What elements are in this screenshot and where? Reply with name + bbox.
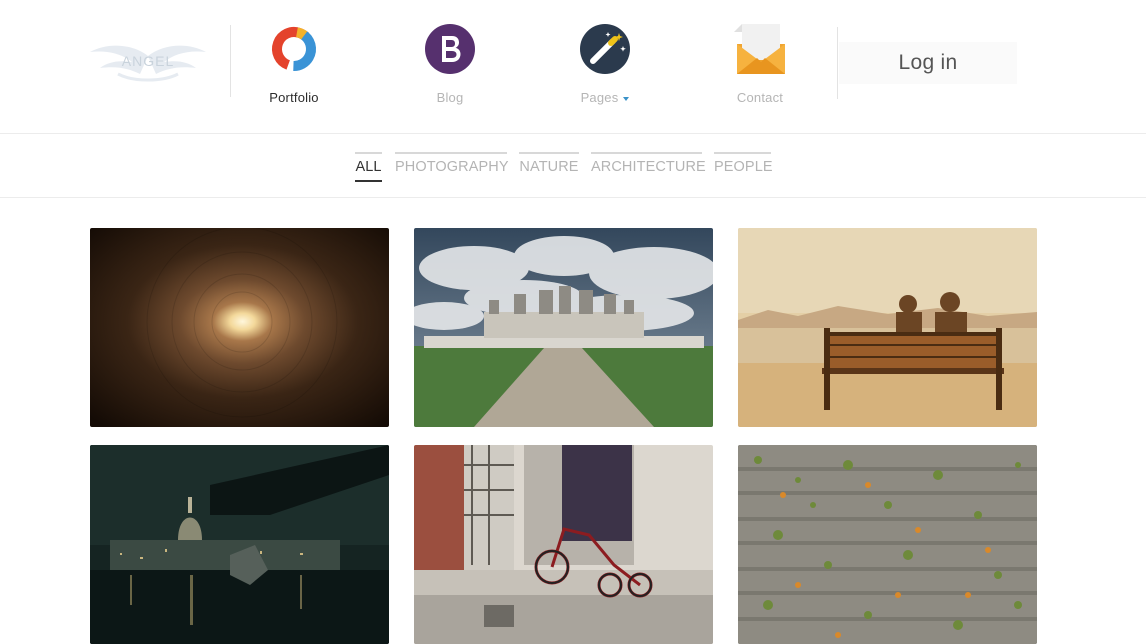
envelope-icon xyxy=(734,24,785,74)
bootstrap-b-icon xyxy=(425,24,475,74)
login-button[interactable]: Log in xyxy=(839,42,1017,84)
portfolio-filter-bar: ALL PHOTOGRAPHY NATURE ARCHITECTURE PEOP… xyxy=(0,135,1146,198)
portfolio-ring-icon xyxy=(272,27,316,71)
nav-item-label: Pages xyxy=(550,90,660,105)
nav-item-portfolio[interactable]: Portfolio xyxy=(239,22,349,112)
city-night-image xyxy=(90,445,389,644)
nav-item-contact[interactable]: Contact xyxy=(705,22,815,112)
gallery-item-couple[interactable] xyxy=(738,228,1037,427)
couple-on-bench-image xyxy=(738,228,1037,427)
nav-item-blog[interactable]: Blog xyxy=(395,22,505,112)
filter-photography[interactable]: PHOTOGRAPHY xyxy=(395,152,509,182)
logo-text: ANGEL xyxy=(121,53,175,69)
nav-item-label: Blog xyxy=(436,90,464,105)
pages-label: Pages xyxy=(580,90,619,105)
filter-nature[interactable]: NATURE xyxy=(519,152,579,182)
header-divider xyxy=(230,25,231,97)
gallery-item-tricycle[interactable] xyxy=(414,445,713,644)
header-divider xyxy=(837,27,838,99)
tricycle-image xyxy=(414,445,713,644)
gallery-item-planks[interactable] xyxy=(738,445,1037,644)
gallery-item-chateau[interactable] xyxy=(414,228,713,427)
gallery-item-city-night[interactable] xyxy=(90,445,389,644)
nav-item-label: Contact xyxy=(736,90,784,105)
nav-item-pages[interactable]: Pages xyxy=(550,22,660,112)
filter-architecture[interactable]: ARCHITECTURE xyxy=(591,152,706,182)
magic-wand-icon xyxy=(580,24,630,74)
chateau-image xyxy=(414,228,713,427)
tunnel-light-image xyxy=(90,228,389,427)
gallery-item-tunnel[interactable] xyxy=(90,228,389,427)
site-header: ANGEL Portfolio Blog Pages Contact Log i… xyxy=(0,0,1146,134)
filter-people[interactable]: PEOPLE xyxy=(714,152,773,182)
wooden-planks-leaves-image xyxy=(738,445,1037,644)
nav-item-label: Portfolio xyxy=(269,90,319,105)
caret-down-icon xyxy=(623,96,630,101)
filter-all[interactable]: ALL xyxy=(355,152,382,182)
angel-logo[interactable]: ANGEL xyxy=(88,38,208,84)
